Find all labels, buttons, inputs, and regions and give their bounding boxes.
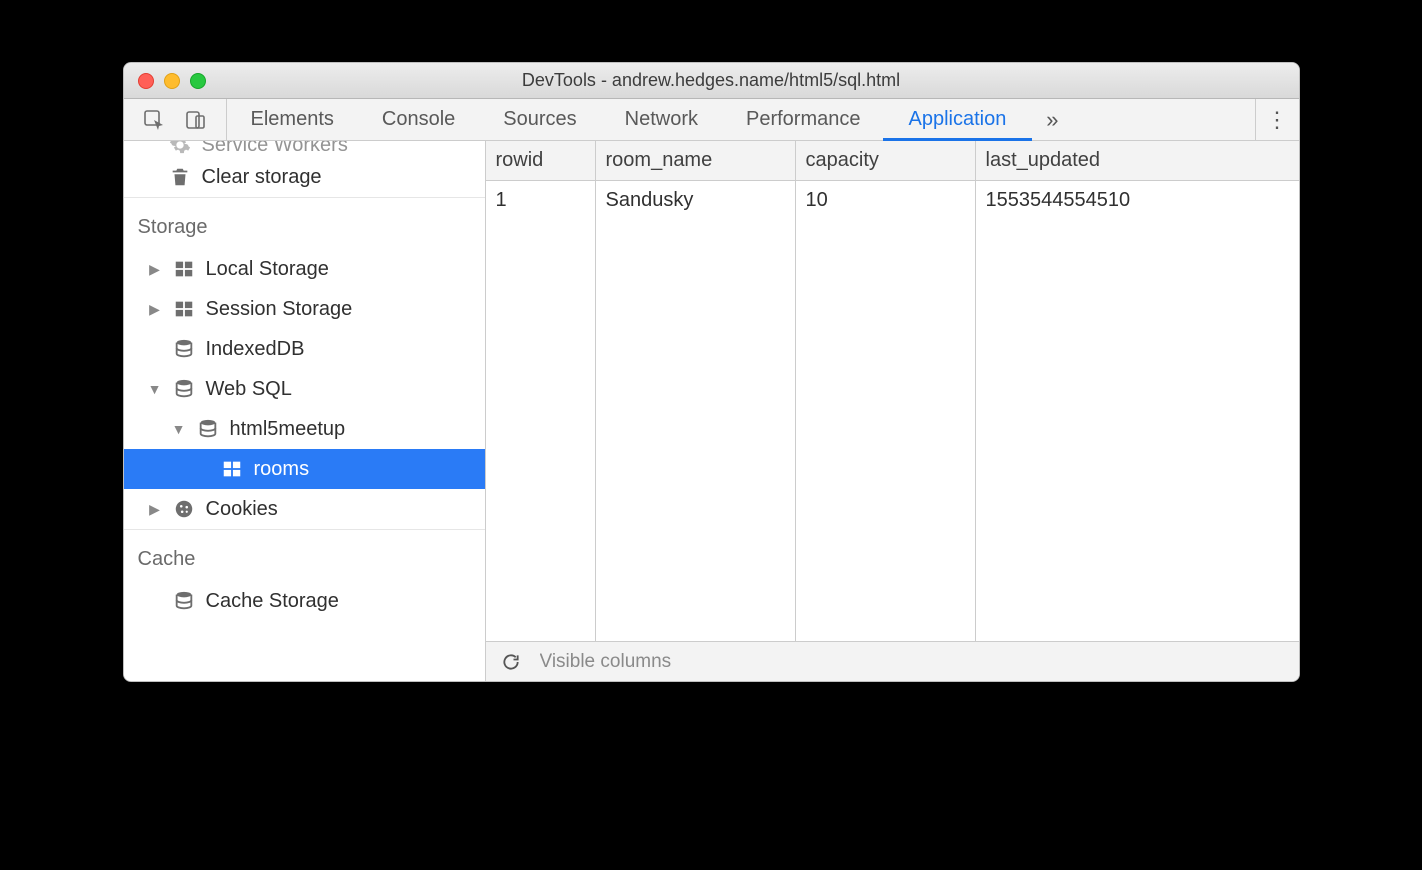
cookie-icon (172, 497, 196, 521)
sidebar-item-label: Clear storage (202, 166, 322, 189)
devtools-window: DevTools - andrew.hedges.name/html5/sql.… (123, 62, 1300, 682)
sidebar-item-clear-storage[interactable]: Clear storage (124, 157, 485, 197)
settings-menu-button[interactable]: ⋮ (1255, 99, 1299, 140)
close-window-button[interactable] (138, 73, 154, 89)
window-title: DevTools - andrew.hedges.name/html5/sql.… (124, 70, 1299, 91)
application-sidebar: Service Workers Clear storage Storage ▶ … (124, 141, 486, 681)
maximize-window-button[interactable] (190, 73, 206, 89)
column-header-room-name[interactable]: room_name (596, 141, 796, 181)
grid-icon (220, 457, 244, 481)
cell-rowid: 1 (486, 181, 596, 220)
tab-console[interactable]: Console (358, 99, 479, 140)
refresh-button[interactable] (486, 652, 536, 672)
sidebar-item-session-storage[interactable]: ▶ Session Storage (124, 289, 485, 329)
table-header-row: rowid room_name capacity last_updated (486, 141, 1299, 181)
sidebar-item-table-rooms[interactable]: rooms (124, 449, 485, 489)
chevron-right-icon: ▶ (148, 261, 162, 278)
chevron-right-icon: ▶ (148, 301, 162, 318)
gear-icon (168, 141, 192, 157)
tab-network[interactable]: Network (601, 99, 722, 140)
minimize-window-button[interactable] (164, 73, 180, 89)
tab-sources[interactable]: Sources (479, 99, 600, 140)
section-header-storage: Storage (124, 197, 485, 249)
cell-capacity: 10 (796, 181, 976, 220)
sidebar-item-label: Local Storage (206, 258, 329, 281)
chevron-right-icon: ▶ (148, 501, 162, 518)
grid-icon (172, 297, 196, 321)
sidebar-item-database-html5meetup[interactable]: ▼ html5meetup (124, 409, 485, 449)
sidebar-item-label: Session Storage (206, 298, 353, 321)
window-controls (124, 73, 206, 89)
titlebar: DevTools - andrew.hedges.name/html5/sql.… (124, 63, 1299, 99)
table-row[interactable]: 1 Sandusky 10 1553544554510 (486, 181, 1299, 220)
db-icon (196, 417, 220, 441)
sidebar-item-cache-storage[interactable]: Cache Storage (124, 581, 485, 621)
column-header-last-updated[interactable]: last_updated (976, 141, 1299, 181)
toolbar-left (124, 99, 227, 140)
inspect-element-icon[interactable] (142, 108, 166, 132)
sidebar-item-service-workers[interactable]: Service Workers (124, 141, 485, 157)
sidebar-item-label: Service Workers (202, 141, 348, 157)
sidebar-item-label: Web SQL (206, 378, 292, 401)
sidebar-item-cookies[interactable]: ▶ Cookies (124, 489, 485, 529)
sidebar-item-label: Cookies (206, 498, 278, 521)
chevron-down-icon: ▼ (172, 421, 186, 437)
grid-icon (172, 257, 196, 281)
tab-elements[interactable]: Elements (227, 99, 358, 140)
db-icon (172, 337, 196, 361)
sidebar-item-label: rooms (254, 458, 310, 481)
visible-columns-input[interactable] (536, 642, 1299, 681)
device-toolbar-icon[interactable] (184, 108, 208, 132)
table-panel: rowid room_name capacity last_updated 1 … (486, 141, 1299, 681)
sidebar-item-indexeddb[interactable]: IndexedDB (124, 329, 485, 369)
tab-performance[interactable]: Performance (722, 99, 885, 140)
chevron-down-icon: ▼ (148, 381, 162, 397)
column-header-rowid[interactable]: rowid (486, 141, 596, 181)
devtools-body: Service Workers Clear storage Storage ▶ … (124, 141, 1299, 681)
cell-last-updated: 1553544554510 (976, 181, 1299, 220)
cell-room-name: Sandusky (596, 181, 796, 220)
db-icon (172, 589, 196, 613)
sidebar-item-web-sql[interactable]: ▼ Web SQL (124, 369, 485, 409)
column-header-capacity[interactable]: capacity (796, 141, 976, 181)
table-empty-space (486, 220, 1299, 641)
sidebar-item-label: IndexedDB (206, 338, 305, 361)
sidebar-item-local-storage[interactable]: ▶ Local Storage (124, 249, 485, 289)
section-header-cache: Cache (124, 529, 485, 581)
db-icon (172, 377, 196, 401)
sidebar-item-label: html5meetup (230, 418, 346, 441)
tab-application[interactable]: Application (885, 99, 1031, 140)
sidebar-tree: Service Workers Clear storage Storage ▶ … (124, 141, 485, 621)
refresh-icon (501, 652, 521, 672)
more-tabs-button[interactable]: » (1030, 99, 1074, 140)
devtools-tabs: Elements Console Sources Network Perform… (124, 99, 1299, 141)
sidebar-item-label: Cache Storage (206, 590, 339, 613)
table-footer (486, 641, 1299, 681)
trash-icon (168, 165, 192, 189)
